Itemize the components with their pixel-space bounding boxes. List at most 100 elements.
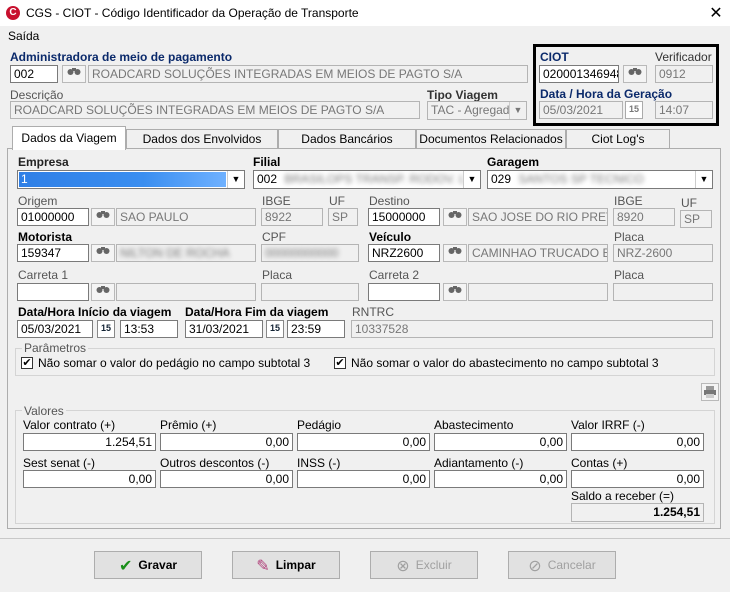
- data-geracao-label: Data / Hora da Geração: [540, 87, 673, 101]
- binoculars-svg: [448, 286, 462, 293]
- parametros-title: Parâmetros: [22, 341, 89, 355]
- fim-data-input[interactable]: 31/03/2021: [185, 320, 263, 338]
- carreta1-label: Carreta 1: [18, 268, 69, 282]
- fim-viagem-label: Data/Hora Fim da viagem: [185, 305, 329, 319]
- origem-ibge-field: 8922: [261, 208, 323, 226]
- cancelar-button[interactable]: ⊘ Cancelar: [508, 551, 616, 579]
- excluir-button[interactable]: ⊗ Excluir: [370, 551, 478, 579]
- tipo-viagem-label: Tipo Viagem: [427, 88, 498, 102]
- fim-hora-input[interactable]: 23:59: [287, 320, 345, 338]
- tipo-viagem-value: TAC - Agregado: [431, 103, 517, 117]
- garagem-select[interactable]: 029 SANTOS SP TECNICO ▼: [487, 170, 713, 189]
- abastecimento-checkbox[interactable]: ✔: [334, 357, 346, 369]
- filial-select[interactable]: 002 BRASILOPS TRANSP. RODOV. LTDA ▼: [253, 170, 481, 189]
- carreta2-input[interactable]: [368, 283, 440, 301]
- binoculars-icon[interactable]: [623, 65, 647, 83]
- empresa-select[interactable]: 1 ▼: [17, 170, 245, 189]
- binoculars-icon[interactable]: [62, 65, 86, 83]
- premio-input[interactable]: 0,00: [160, 433, 293, 451]
- carreta1-desc-field: [116, 283, 256, 301]
- rntrc-label: RNTRC: [352, 305, 394, 319]
- inicio-data-input[interactable]: 05/03/2021: [17, 320, 93, 338]
- adiantamento-input[interactable]: 0,00: [434, 470, 567, 488]
- abastecimento-label: Abastecimento: [434, 418, 514, 432]
- origem-code-input[interactable]: 01000000: [17, 208, 89, 226]
- outros-descontos-label: Outros descontos (-): [160, 456, 270, 470]
- calendar-icon[interactable]: 15: [266, 320, 284, 338]
- irrf-label: Valor IRRF (-): [571, 418, 645, 432]
- cancelar-label: Cancelar: [547, 558, 596, 572]
- motorista-code-input[interactable]: 159347: [17, 244, 89, 262]
- destino-label: Destino: [369, 194, 410, 208]
- gravar-button[interactable]: ✔ Gravar: [94, 551, 202, 579]
- calendar-icon[interactable]: 15: [97, 320, 115, 338]
- carreta1-placa-label: Placa: [262, 268, 293, 282]
- binoculars-icon[interactable]: [443, 283, 467, 301]
- irrf-input[interactable]: 0,00: [571, 433, 704, 451]
- title-bar: C CGS - CIOT - Código Identificador da O…: [0, 0, 730, 26]
- destino-ibge-field: 8920: [613, 208, 675, 226]
- filial-label: Filial: [253, 155, 281, 169]
- ciot-input[interactable]: 020001346948: [539, 65, 619, 83]
- contas-input[interactable]: 0,00: [571, 470, 704, 488]
- premio-label: Prêmio (+): [160, 418, 217, 432]
- app-logo-icon: C: [6, 6, 20, 20]
- administradora-code-input[interactable]: 002: [10, 65, 58, 83]
- binoculars-svg: [96, 286, 110, 293]
- carreta2-label: Carreta 2: [369, 268, 420, 282]
- chevron-down-icon: ▼: [509, 102, 526, 119]
- binoculars-svg: [628, 68, 642, 75]
- saldo-receber-label: Saldo a receber (=): [571, 489, 675, 503]
- chevron-down-icon: ▼: [463, 171, 480, 188]
- contas-label: Contas (+): [571, 456, 628, 470]
- abastecimento-input[interactable]: 0,00: [434, 433, 567, 451]
- filial-code: 002: [257, 172, 278, 186]
- tab-dados-bancarios[interactable]: Dados Bancários: [278, 129, 416, 149]
- calendar-icon: 15: [625, 101, 643, 119]
- tipo-viagem-select[interactable]: TAC - Agregado ▼: [427, 101, 527, 120]
- destino-ibge-label: IBGE: [614, 194, 643, 208]
- motorista-name-field: NILTON DE ROCHA: [116, 244, 256, 262]
- pedagio-checkbox[interactable]: ✔: [21, 357, 33, 369]
- veiculo-placa-field: NRZ-2600: [613, 244, 713, 262]
- empresa-selection-highlight: [19, 172, 226, 187]
- trash-icon: ⊗: [396, 558, 410, 575]
- ciot-label: CIOT: [540, 50, 569, 64]
- print-icon[interactable]: [701, 383, 719, 401]
- menu-saida[interactable]: Saída: [8, 29, 39, 43]
- tab-dados-envolvidos[interactable]: Dados dos Envolvidos: [126, 129, 278, 149]
- inss-input[interactable]: 0,00: [297, 470, 430, 488]
- garagem-code: 029: [491, 172, 512, 186]
- sest-senat-input[interactable]: 0,00: [23, 470, 156, 488]
- verificador-label: Verificador: [655, 50, 712, 64]
- origem-uf-field: SP: [328, 208, 358, 226]
- outros-descontos-input[interactable]: 0,00: [160, 470, 293, 488]
- veiculo-code-input[interactable]: NRZ2600: [368, 244, 440, 262]
- destino-uf-field: SP: [680, 210, 712, 228]
- binoculars-icon[interactable]: [91, 244, 115, 262]
- carreta2-placa-field: [613, 283, 713, 301]
- binoculars-icon[interactable]: [91, 208, 115, 226]
- valores-title: Valores: [22, 404, 66, 418]
- print-svg: [704, 386, 716, 398]
- binoculars-icon[interactable]: [443, 244, 467, 262]
- saldo-receber-field: 1.254,51: [571, 503, 704, 522]
- inicio-hora-input[interactable]: 13:53: [120, 320, 178, 338]
- descricao-field: ROADCARD SOLUÇÕES INTEGRADAS EM MEIOS DE…: [10, 101, 420, 119]
- tab-documentos-relacionados[interactable]: Documentos Relacionados: [416, 129, 566, 149]
- window-title: CGS - CIOT - Código Identificador da Ope…: [26, 6, 359, 20]
- administradora-label: Administradora de meio de pagamento: [10, 50, 233, 64]
- binoculars-icon[interactable]: [91, 283, 115, 301]
- limpar-button[interactable]: ✎ Limpar: [232, 551, 340, 579]
- destino-code-input[interactable]: 15000000: [368, 208, 440, 226]
- inss-label: INSS (-): [297, 456, 341, 470]
- tab-ciot-logs[interactable]: Ciot Log's: [566, 129, 670, 149]
- chevron-down-icon: ▼: [695, 171, 712, 188]
- carreta1-input[interactable]: [17, 283, 89, 301]
- veiculo-placa-label: Placa: [614, 230, 645, 244]
- pedagio-input[interactable]: 0,00: [297, 433, 430, 451]
- tab-dados-viagem[interactable]: Dados da Viagem: [12, 126, 126, 150]
- binoculars-icon[interactable]: [443, 208, 467, 226]
- valor-contrato-input[interactable]: 1.254,51: [23, 433, 156, 451]
- close-icon[interactable]: ✕: [708, 3, 724, 23]
